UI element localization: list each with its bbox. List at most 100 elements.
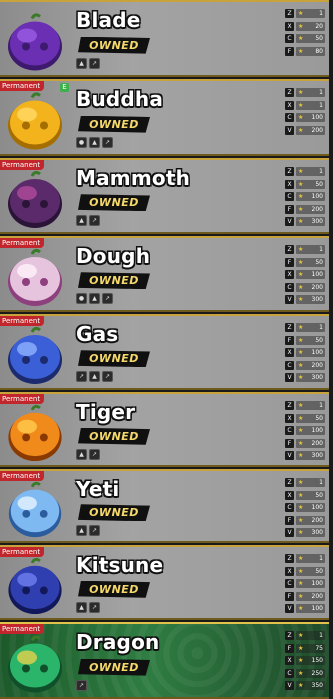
move-level-requirement: ★ 100	[296, 348, 325, 357]
move-row[interactable]: X ★ 100	[285, 347, 325, 358]
owned-text: OWNED	[89, 196, 139, 210]
move-key: C	[285, 668, 294, 678]
move-row[interactable]: C ★ 200	[285, 360, 325, 371]
move-row[interactable]: X ★ 100	[285, 269, 325, 280]
move-row[interactable]: C ★ 100	[285, 191, 325, 202]
move-level-requirement: ★ 200	[296, 125, 325, 135]
move-row[interactable]: V ★ 200	[285, 125, 325, 136]
move-row[interactable]: Z ★ 1	[285, 477, 325, 488]
move-row[interactable]: X ★ 1	[285, 100, 325, 111]
star-icon: ★	[298, 644, 304, 652]
move-row[interactable]: X ★ 20	[285, 21, 325, 32]
ability-tag-icon: ↗	[89, 448, 100, 460]
move-row[interactable]: Z ★ 1	[285, 166, 325, 177]
move-key: C	[285, 192, 294, 201]
move-level-requirement: ★ 150	[296, 656, 325, 665]
move-row[interactable]: F ★ 50	[285, 335, 325, 346]
fruit-card-dough[interactable]: Permanent Dough OWNED ● ▲ ↗ Z ★ 1 F ★ 50 X ★ 100 C ★ 200…	[0, 236, 329, 312]
star-icon: ★	[298, 669, 304, 677]
move-level-value: 300	[311, 452, 323, 459]
move-row[interactable]: F ★ 75	[285, 643, 325, 654]
move-key: V	[285, 681, 294, 690]
move-row[interactable]: Z ★ 1	[285, 8, 325, 19]
move-row[interactable]: F ★ 200	[285, 591, 325, 602]
fruit-card-kitsune[interactable]: Permanent Kitsune OWNED ▲ ↗ Z ★ 1 X ★ 50 C ★ 100 F ★ 20…	[0, 545, 329, 620]
fruit-name: Buddha	[76, 87, 164, 112]
move-row[interactable]: C ★ 100	[285, 578, 325, 589]
move-row[interactable]: Z ★ 1	[285, 244, 325, 255]
move-level-value: 200	[311, 205, 323, 213]
move-row[interactable]: V ★ 100	[285, 603, 325, 614]
star-icon: ★	[298, 114, 304, 121]
move-key: V	[285, 295, 294, 304]
move-row[interactable]: C ★ 250	[285, 668, 325, 679]
move-row[interactable]: Z ★ 1	[285, 322, 325, 333]
move-key: F	[285, 335, 294, 345]
move-key: F	[285, 257, 294, 267]
fruit-card-gas[interactable]: Permanent Gas OWNED ↗ ▲ ↗ Z ★ 1 F ★ 50 X ★ 100 C ★ 200 V ★…	[0, 314, 329, 390]
owned-label: OWNED	[78, 580, 150, 598]
move-row[interactable]: F ★ 50	[285, 257, 325, 268]
move-row[interactable]: Z ★ 1	[285, 87, 325, 98]
move-row[interactable]: Z ★ 1	[285, 630, 325, 641]
move-level-requirement: ★ 100	[296, 604, 325, 613]
owned-label: OWNED	[78, 658, 150, 676]
owned-text: OWNED	[89, 429, 139, 443]
move-list: Z ★ 1 F ★ 50 X ★ 100 C ★ 200 V ★ 300	[285, 244, 325, 307]
move-key: X	[285, 490, 294, 500]
move-row[interactable]: F ★ 80	[285, 46, 325, 57]
move-key: F	[285, 204, 294, 214]
owned-text: OWNED	[89, 582, 139, 596]
fruit-card-blade[interactable]: Blade OWNED ▲ ↗ Z ★ 1 X ★ 20 C ★ 50 F ★ 80	[0, 0, 329, 77]
move-row[interactable]: X ★ 50	[285, 179, 325, 190]
move-row[interactable]: X ★ 50	[285, 566, 325, 577]
permanent-badge: Permanent	[0, 316, 45, 326]
ability-tags: ▲ ↗	[76, 601, 100, 613]
move-row[interactable]: V ★ 300	[285, 527, 325, 538]
fruit-card-tiger[interactable]: Permanent Tiger OWNED ▲ ↗ Z ★ 1 X ★ 50 C ★ 100 F ★ 200 V…	[0, 392, 329, 467]
ability-tag-icon: ↗	[89, 58, 100, 70]
fruit-card-dragon[interactable]: Permanent Dragon OWNED ↗ Z ★ 1 F ★ 75 X ★ 150 C ★ 250 V…	[0, 622, 329, 699]
move-row[interactable]: V ★ 300	[285, 294, 325, 305]
move-key: X	[285, 413, 294, 423]
move-level-requirement: ★ 1	[296, 167, 325, 176]
move-level-requirement: ★ 200	[296, 515, 325, 525]
move-row[interactable]: F ★ 200	[285, 515, 325, 526]
move-row[interactable]: C ★ 50	[285, 33, 325, 44]
move-level-requirement: ★ 200	[296, 591, 325, 601]
move-row[interactable]: X ★ 150	[285, 655, 325, 666]
move-row[interactable]: C ★ 100	[285, 112, 325, 123]
move-row[interactable]: Z ★ 1	[285, 553, 325, 564]
move-row[interactable]: Z ★ 1	[285, 400, 325, 411]
move-row[interactable]: F ★ 200	[285, 438, 325, 449]
move-row[interactable]: V ★ 300	[285, 372, 325, 383]
move-row[interactable]: V ★ 300	[285, 450, 325, 461]
fruit-name: Mammoth	[76, 166, 191, 191]
move-list: Z ★ 1 X ★ 50 C ★ 100 F ★ 200 V ★ 300	[285, 400, 325, 463]
fruit-card-buddha[interactable]: Permanent E Buddha OWNED ● ▲ ↗ Z ★ 1 X ★ 1 C ★ 100 V ★ 20…	[0, 79, 329, 156]
move-key: C	[285, 34, 294, 43]
move-level-requirement: ★ 50	[296, 566, 325, 576]
move-list: Z ★ 1 X ★ 1 C ★ 100 V ★ 200	[285, 87, 325, 137]
move-level-value: 300	[311, 296, 323, 303]
fruit-card-yeti[interactable]: Permanent Yeti OWNED ▲ ↗ Z ★ 1 X ★ 50 C ★ 100 F ★ 200 V ★…	[0, 469, 329, 543]
move-row[interactable]: X ★ 50	[285, 413, 325, 424]
move-row[interactable]: C ★ 200	[285, 282, 325, 293]
move-row[interactable]: C ★ 100	[285, 425, 325, 436]
move-row[interactable]: F ★ 200	[285, 204, 325, 215]
fruit-inventory-list: Blade OWNED ▲ ↗ Z ★ 1 X ★ 20 C ★ 50 F ★ 80 Permanent E Bu…	[0, 0, 333, 699]
ability-tag-icon: ↗	[102, 293, 113, 305]
move-level-requirement: ★ 300	[296, 373, 325, 382]
move-row[interactable]: V ★ 300	[285, 216, 325, 227]
move-level-requirement: ★ 100	[296, 270, 325, 279]
fruit-card-mammoth[interactable]: Permanent Mammoth OWNED ▲ ↗ Z ★ 1 X ★ 50 C ★ 100 F ★ 20…	[0, 158, 329, 234]
move-level-requirement: ★ 50	[296, 413, 325, 423]
move-level-value: 350	[311, 682, 323, 689]
star-icon: ★	[298, 529, 304, 536]
move-level-value: 1	[319, 555, 323, 562]
move-row[interactable]: X ★ 50	[285, 490, 325, 501]
move-row[interactable]: C ★ 100	[285, 502, 325, 513]
move-key: F	[285, 438, 294, 448]
move-row[interactable]: V ★ 350	[285, 680, 325, 691]
star-icon: ★	[298, 336, 304, 344]
